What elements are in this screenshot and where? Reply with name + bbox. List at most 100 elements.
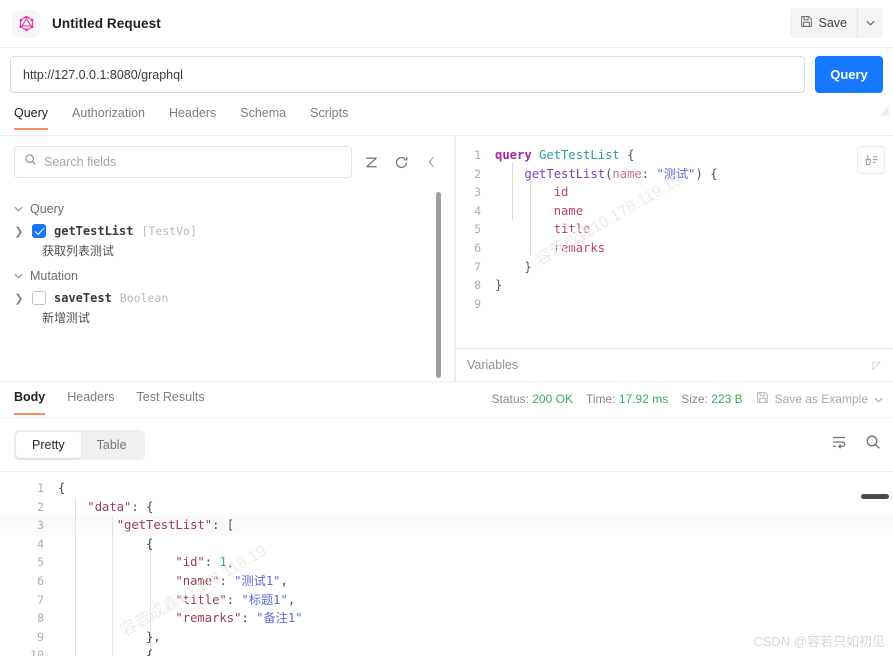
time-label: Time:: [585, 392, 616, 406]
tab-authorization[interactable]: Authorization: [72, 101, 145, 129]
save-dropdown-caret[interactable]: [857, 8, 883, 38]
format-option-table[interactable]: Table: [81, 432, 143, 458]
request-tabs: Query Authorization Headers Schema Scrip…: [0, 101, 893, 136]
sort-icon[interactable]: [360, 151, 382, 173]
tree-group-query[interactable]: Query: [14, 202, 454, 216]
search-fields-box[interactable]: [14, 146, 352, 178]
search-fields-input[interactable]: [44, 155, 342, 169]
search-icon[interactable]: [865, 434, 881, 455]
floppy-disk-icon: [800, 15, 813, 31]
variables-bar[interactable]: Variables ◸: [455, 348, 893, 381]
code-text: "getTestList": [: [58, 516, 893, 535]
refresh-icon[interactable]: [390, 151, 412, 173]
schema-tree-scrollbar[interactable]: [436, 192, 441, 378]
tab-test-results[interactable]: Test Results: [137, 382, 205, 414]
code-line: 8 "remarks": "备注1": [0, 609, 893, 628]
code-line: 1{: [0, 479, 893, 498]
code-line: 5 title: [455, 220, 893, 239]
code-token: : {: [131, 499, 154, 514]
send-query-button[interactable]: Query: [815, 56, 883, 93]
code-token: :: [641, 166, 657, 181]
code-text: "data": {: [58, 498, 893, 517]
csdn-watermark: CSDN @容若只如初见: [753, 634, 885, 649]
code-line: 2 "data": {: [0, 498, 893, 517]
tree-group-mutation-label: Mutation: [30, 269, 78, 283]
collapse-panel-icon[interactable]: [420, 151, 442, 173]
tab-headers[interactable]: Headers: [169, 101, 216, 129]
line-number: 9: [37, 629, 44, 644]
code-token: },: [58, 629, 161, 644]
code-line: 4 {: [0, 535, 893, 554]
code-line: 8}: [455, 276, 893, 295]
tree-group-mutation[interactable]: Mutation: [14, 269, 454, 283]
tab-body[interactable]: Body: [14, 382, 46, 415]
chevron-down-icon[interactable]: [874, 392, 883, 406]
tab-query[interactable]: Query: [14, 101, 49, 130]
response-body-viewer[interactable]: 容若成鑫10.176.119.19 1{2 "data": {3 "getTes…: [0, 471, 893, 656]
response-status-area: Status: 200 OK Time: 17.92 ms Size: 223 …: [492, 382, 893, 407]
code-line: 5 "id": 1,: [0, 553, 893, 572]
tree-field-getTestList[interactable]: ❯ getTestList [TestVo]: [14, 224, 454, 238]
save-as-example-button[interactable]: Save as Example: [756, 391, 883, 407]
code-token: name: [553, 203, 584, 218]
code-text: "remarks": "备注1": [58, 609, 893, 628]
code-line: 2 getTestList(name: "测试") {: [455, 165, 893, 184]
top-bar: Untitled Request Save: [0, 0, 893, 48]
word-wrap-icon[interactable]: [831, 434, 847, 455]
field-description-getTestList: 获取列表测试: [42, 244, 115, 258]
chevron-up-icon[interactable]: ◸: [873, 359, 881, 372]
line-number: 3: [37, 518, 44, 533]
beautify-broom-icon[interactable]: [857, 146, 885, 174]
code-token: {: [619, 148, 635, 162]
save-button[interactable]: Save: [790, 8, 858, 38]
code-line: 3 "getTestList": [: [0, 516, 893, 535]
line-number: 2: [474, 166, 481, 181]
code-token: :: [241, 611, 257, 626]
format-option-pretty[interactable]: Pretty: [16, 431, 81, 458]
code-token: "title": [175, 592, 227, 607]
code-line: 4 name: [455, 202, 893, 221]
code-line: 7 "title": "标题1",: [0, 591, 893, 610]
code-line: 1 query GetTestList {: [455, 146, 893, 165]
line-number: 1: [37, 481, 44, 495]
tree-field-saveTest[interactable]: ❯ saveTest Boolean: [14, 291, 454, 305]
tab-resp-headers[interactable]: Headers: [67, 382, 114, 414]
chevron-right-icon[interactable]: ❯: [14, 292, 24, 305]
code-token: getTestList: [524, 166, 606, 181]
code-token: "备注1": [256, 611, 303, 626]
tab-schema[interactable]: Schema: [240, 101, 286, 129]
code-token: remarks: [553, 240, 606, 255]
response-horizontal-scrollbar[interactable]: [861, 494, 889, 499]
code-text: name: [495, 202, 893, 221]
field-name-saveTest: saveTest: [54, 291, 112, 305]
url-bar-row: Query: [0, 48, 893, 101]
tab-scripts[interactable]: Scripts: [310, 101, 348, 129]
code-text: "id": 1,: [58, 553, 893, 572]
code-line: 9: [455, 295, 893, 314]
status-label: Status:: [491, 392, 529, 406]
code-token: "getTestList": [116, 518, 213, 533]
floppy-disk-icon: [756, 391, 769, 407]
code-token: ,: [287, 592, 296, 607]
code-token: "id": [175, 555, 205, 570]
code-token: :: [204, 555, 220, 570]
chevron-right-icon[interactable]: ❯: [14, 225, 24, 238]
schema-tree: Query ❯ getTestList [TestVo] 获取列表测试 Muta…: [0, 184, 454, 326]
panel-resize-handle[interactable]: ◢: [880, 103, 889, 117]
graphql-client-window: Untitled Request Save Query Query Author…: [0, 0, 893, 656]
line-number: 6: [37, 573, 44, 588]
field-checkbox-getTestList[interactable]: [32, 224, 46, 238]
field-description-saveTest: 新增测试: [42, 311, 91, 325]
chevron-down-icon: [14, 273, 23, 279]
code-token: : [: [212, 518, 235, 533]
code-token: "name": [175, 573, 220, 588]
graphql-query-editor[interactable]: 容若成鑫10.176.119.19 1 query GetTestList {2 …: [455, 136, 893, 348]
url-input[interactable]: [10, 56, 805, 93]
field-checkbox-saveTest[interactable]: [32, 291, 46, 305]
line-number: 9: [474, 296, 481, 311]
save-as-example-label: Save as Example: [774, 392, 868, 406]
